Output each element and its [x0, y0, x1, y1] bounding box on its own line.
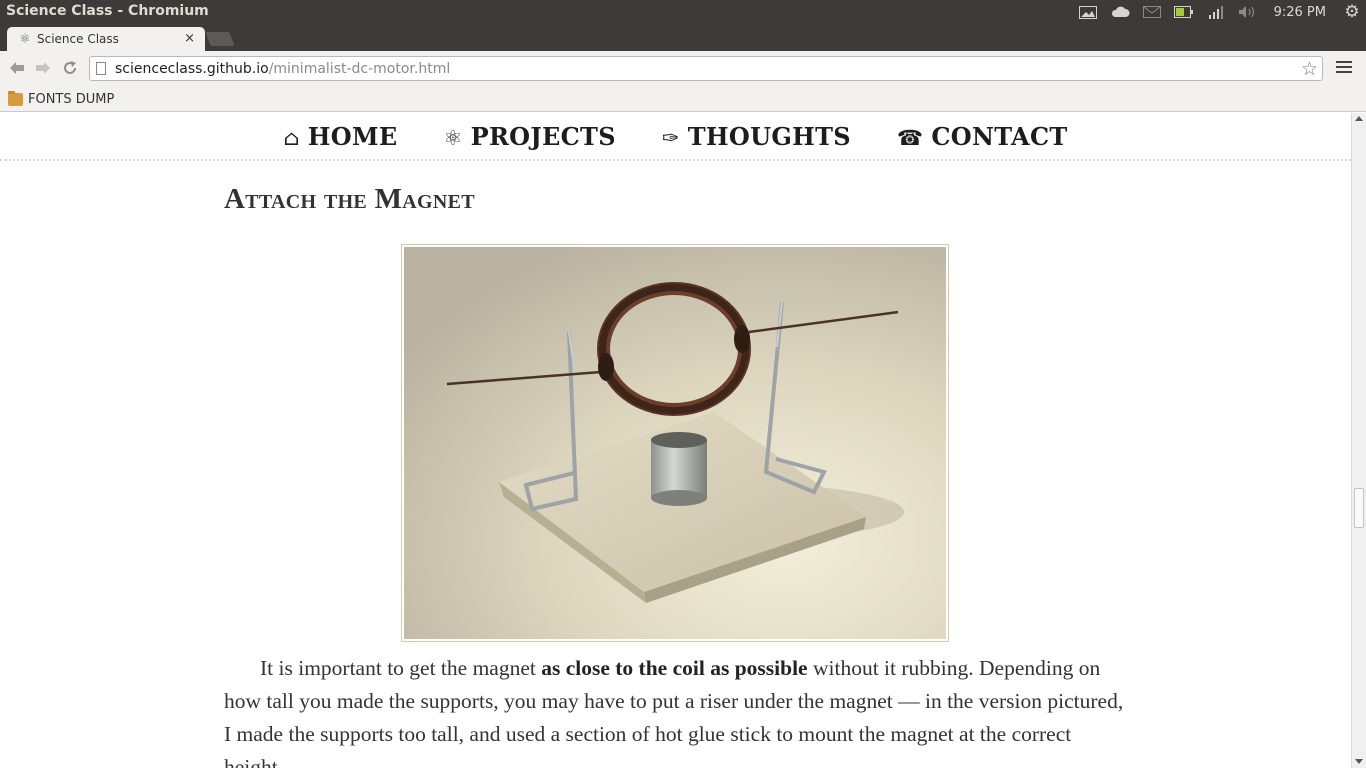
clock[interactable]: 9:26 PM [1274, 5, 1326, 20]
scroll-up-arrow-icon[interactable] [1355, 116, 1363, 121]
motor-photo-frame [401, 244, 949, 642]
dc-motor-photo [404, 247, 946, 639]
tab-strip: ⚛ Science Class × [0, 24, 1366, 51]
browser-toolbar: scienceclass.github.io/minimalist-dc-mot… [0, 51, 1366, 86]
close-icon[interactable]: × [184, 31, 195, 46]
scrollbar-thumb[interactable] [1354, 488, 1364, 528]
bookmark-folder-label: FONTS DUMP [28, 91, 115, 107]
mail-icon[interactable] [1142, 4, 1162, 20]
bookmark-folder-fonts-dump[interactable]: FONTS DUMP [8, 90, 114, 108]
forward-arrow-icon[interactable] [34, 59, 52, 77]
nav-contact-link[interactable]: ☎ CONTACT [897, 122, 1068, 151]
window-title: Science Class - Chromium [6, 3, 209, 19]
atom-favicon-icon: ⚛ [19, 31, 31, 47]
folder-icon [8, 90, 23, 106]
nav-thoughts-link[interactable]: ✑ THOUGHTS [662, 122, 851, 151]
bookmark-star-icon[interactable]: ☆ [1301, 58, 1318, 80]
url-text[interactable]: scienceclass.github.io/minimalist-dc-mot… [115, 61, 450, 77]
cloud-icon[interactable] [1110, 4, 1130, 20]
display-icon[interactable] [1078, 4, 1098, 20]
tab-title: Science Class [37, 32, 119, 46]
back-arrow-icon[interactable] [8, 59, 26, 77]
page-scrollbar[interactable] [1351, 113, 1366, 768]
browser-menu-icon[interactable] [1336, 59, 1352, 75]
os-top-panel: Science Class - Chromium 9:26 PM ⚙ [0, 0, 1366, 24]
new-tab-button[interactable] [205, 32, 235, 46]
scroll-down-arrow-icon[interactable] [1355, 759, 1363, 764]
atom-icon: ⚛ [443, 125, 463, 150]
page-viewport: ⌂ HOME ⚛ PROJECTS ✑ THOUGHTS ☎ CONTACT Attac… [0, 113, 1351, 768]
home-icon: ⌂ [283, 125, 300, 150]
pen-icon: ✑ [661, 125, 680, 150]
tab-science-class[interactable]: ⚛ Science Class × [7, 27, 205, 51]
battery-icon[interactable] [1173, 4, 1194, 20]
article-paragraph: It is important to get the magnet as clo… [224, 656, 1124, 768]
section-heading: Attach the Magnet [224, 183, 475, 215]
nav-projects-link[interactable]: ⚛ PROJECTS [443, 122, 615, 151]
signal-icon[interactable] [1206, 4, 1226, 20]
page-icon [96, 62, 106, 75]
emphasis-text: as close to the coil as possible [541, 656, 808, 680]
volume-icon[interactable] [1238, 4, 1258, 20]
nav-home-link[interactable]: ⌂ HOME [283, 122, 397, 151]
address-bar[interactable]: scienceclass.github.io/minimalist-dc-mot… [89, 56, 1323, 81]
telephone-icon: ☎ [896, 125, 924, 150]
gear-icon[interactable]: ⚙ [1342, 3, 1362, 20]
reload-icon[interactable] [61, 59, 79, 77]
system-tray: 9:26 PM ⚙ [1072, 0, 1366, 24]
bookmarks-bar: FONTS DUMP [0, 86, 1366, 112]
site-navigation: ⌂ HOME ⚛ PROJECTS ✑ THOUGHTS ☎ CONTACT [0, 113, 1351, 161]
